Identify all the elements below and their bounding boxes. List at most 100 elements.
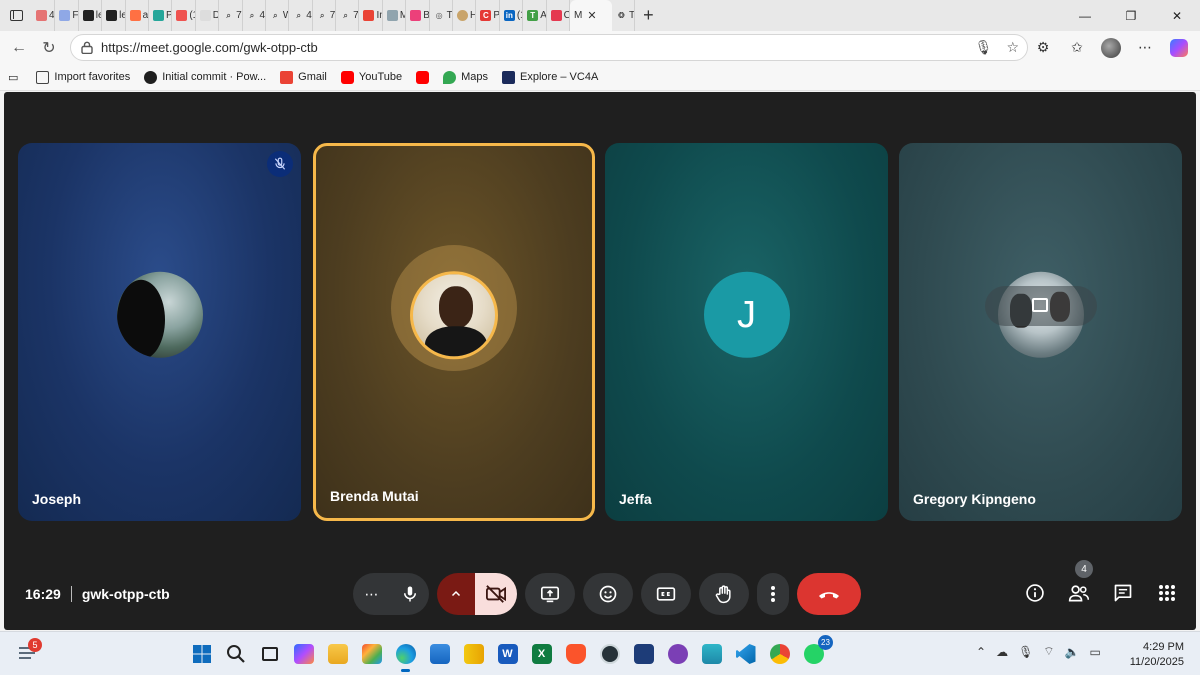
- copilot-button[interactable]: [1166, 35, 1192, 61]
- tab[interactable]: in(1: [500, 0, 524, 31]
- tab[interactable]: Fi: [55, 0, 79, 31]
- tab[interactable]: In: [359, 0, 383, 31]
- favorite-youtube-2[interactable]: [416, 70, 430, 84]
- microphone-button[interactable]: [391, 573, 429, 615]
- taskbar-clock[interactable]: 4:29 PM 11/20/2025: [1130, 640, 1184, 670]
- tab[interactable]: (1: [172, 0, 196, 31]
- participant-tile-gregory[interactable]: Gregory Kipngeno: [899, 143, 1182, 521]
- chevron-up-icon[interactable]: ⌃: [976, 645, 986, 659]
- widgets-button[interactable]: 5: [16, 638, 42, 666]
- taskbar-github-desktop[interactable]: [664, 640, 691, 668]
- favorite-maps[interactable]: Maps: [443, 70, 488, 84]
- tab[interactable]: Bi: [406, 0, 430, 31]
- tab[interactable]: Cl: [547, 0, 570, 31]
- participant-tile-joseph[interactable]: Joseph: [18, 143, 301, 521]
- video-settings-button[interactable]: [437, 573, 475, 615]
- tab[interactable]: TAj: [523, 0, 547, 31]
- tab[interactable]: ◎Ti: [430, 0, 454, 31]
- meeting-details-button[interactable]: [1024, 582, 1046, 604]
- info-icon: [1026, 584, 1044, 602]
- taskbar-word[interactable]: W: [494, 640, 521, 668]
- task-view-button[interactable]: [256, 640, 283, 668]
- taskbar-store[interactable]: [426, 640, 453, 668]
- start-button[interactable]: [188, 640, 215, 668]
- wifi-icon[interactable]: ⌔: [1043, 644, 1054, 659]
- taskbar-whatsapp[interactable]: 23: [800, 635, 833, 668]
- refresh-icon[interactable]: ↻: [34, 33, 64, 63]
- tab-favicon: [386, 10, 398, 21]
- favorite-vc4a[interactable]: Explore – VC4A: [502, 70, 598, 84]
- close-window-icon[interactable]: ✕: [1154, 0, 1200, 31]
- taskbar-excel[interactable]: X: [528, 640, 555, 668]
- tab[interactable]: ⌕70: [219, 0, 243, 31]
- favorite-star-icon[interactable]: ☆: [1006, 39, 1019, 56]
- taskbar-copilot[interactable]: [290, 640, 317, 668]
- taskbar-app[interactable]: [596, 640, 623, 668]
- tab[interactable]: D: [196, 0, 220, 31]
- taskbar-notepad[interactable]: [698, 640, 725, 668]
- tab-actions-menu-button[interactable]: [0, 0, 32, 31]
- participant-tile-brenda[interactable]: Brenda Mutai: [313, 143, 595, 521]
- profile-button[interactable]: [1098, 35, 1124, 61]
- chat-button[interactable]: [1112, 582, 1134, 604]
- tab-active[interactable]: M ✕: [569, 0, 612, 31]
- favorites-sidebar-icon[interactable]: ▭: [8, 71, 18, 84]
- tab[interactable]: M: [383, 0, 407, 31]
- pin-icon[interactable]: [1031, 298, 1048, 312]
- activities-button[interactable]: [1156, 582, 1178, 604]
- new-tab-button[interactable]: +: [635, 5, 661, 26]
- tab[interactable]: ⌕70: [336, 0, 360, 31]
- present-screen-button[interactable]: [525, 573, 575, 615]
- taskbar-app[interactable]: [630, 640, 657, 668]
- favorite-gmail[interactable]: Gmail: [280, 70, 327, 84]
- address-bar[interactable]: https://meet.google.com/gwk-otpp-ctb 🎙 ☆: [70, 34, 1028, 61]
- captions-button[interactable]: [641, 573, 691, 615]
- tab[interactable]: le: [102, 0, 126, 31]
- people-button[interactable]: 4: [1068, 560, 1093, 604]
- favorite-import-favorites[interactable]: Import favorites: [36, 70, 130, 84]
- search-button[interactable]: [222, 640, 249, 668]
- tab[interactable]: ⌕W: [266, 0, 290, 31]
- tray-app-icon[interactable]: ☁: [996, 645, 1008, 659]
- more-options-icon[interactable]: ⋯: [1132, 35, 1158, 61]
- tab[interactable]: ⌕40: [289, 0, 313, 31]
- camera-button[interactable]: [475, 573, 517, 615]
- maximize-icon[interactable]: ❐: [1108, 0, 1154, 31]
- participant-tile-jeffa[interactable]: J Jeffa: [605, 143, 888, 521]
- battery-icon[interactable]: ▭: [1090, 645, 1101, 659]
- tab[interactable]: ❂Ty: [612, 0, 636, 31]
- taskbar-power-bi[interactable]: [460, 640, 487, 668]
- back-icon[interactable]: ←: [4, 33, 34, 63]
- more-options-button[interactable]: [757, 573, 789, 615]
- tab[interactable]: H: [453, 0, 477, 31]
- favorite-youtube[interactable]: YouTube: [340, 70, 402, 84]
- tab[interactable]: ⌕40: [243, 0, 266, 31]
- tab[interactable]: ⌕70: [313, 0, 337, 31]
- taskbar-brave[interactable]: [562, 640, 589, 668]
- taskbar-file-explorer[interactable]: [324, 640, 351, 668]
- profile-avatar: [1101, 37, 1121, 58]
- tab[interactable]: 40: [32, 0, 56, 31]
- tile-hover-controls[interactable]: [984, 286, 1097, 326]
- favorite-initial-commit[interactable]: Initial commit · Pow...: [144, 70, 266, 84]
- tab[interactable]: le: [79, 0, 103, 31]
- taskbar-edge[interactable]: [392, 640, 419, 672]
- tab[interactable]: CPe: [476, 0, 500, 31]
- favorites-icon[interactable]: ✩: [1064, 35, 1090, 61]
- raise-hand-button[interactable]: [699, 573, 749, 615]
- tab[interactable]: ag: [126, 0, 149, 31]
- copilot-icon: [293, 644, 314, 664]
- extensions-icon[interactable]: ⚙: [1030, 35, 1056, 61]
- audio-settings-button[interactable]: ⋯: [353, 573, 391, 615]
- close-icon[interactable]: ✕: [587, 9, 596, 22]
- taskbar-chrome[interactable]: [766, 640, 793, 668]
- microphone-icon[interactable]: 🎙: [975, 39, 993, 56]
- leave-call-button[interactable]: [797, 573, 861, 615]
- volume-icon[interactable]: 🔈: [1065, 645, 1080, 659]
- minimize-icon[interactable]: —: [1062, 0, 1108, 31]
- taskbar-git[interactable]: [358, 640, 385, 668]
- reactions-button[interactable]: [583, 573, 633, 615]
- microphone-icon[interactable]: 🎙: [1018, 645, 1033, 659]
- tab[interactable]: Pr: [149, 0, 173, 31]
- taskbar-vscode[interactable]: [732, 640, 759, 668]
